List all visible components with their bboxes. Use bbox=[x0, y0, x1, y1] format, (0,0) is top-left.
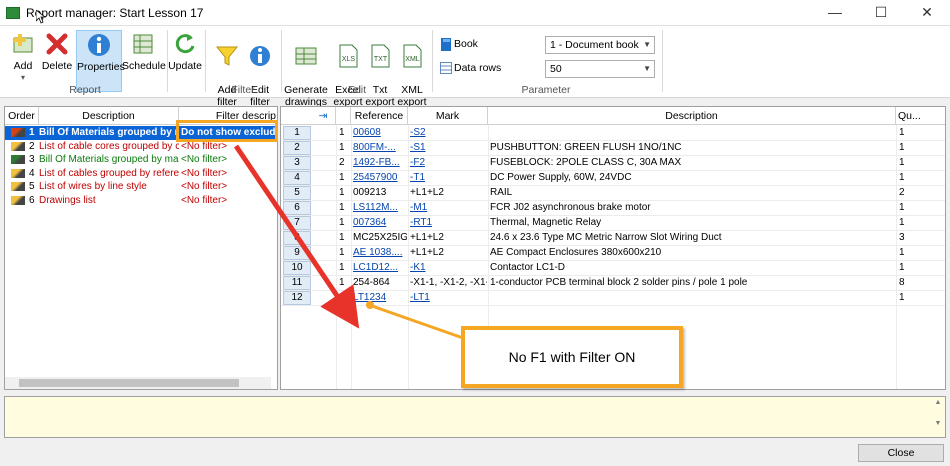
callout-pointer bbox=[371, 304, 464, 340]
close-button[interactable]: Close bbox=[858, 444, 944, 462]
vertical-scrollbar[interactable]: ▲ ▼ bbox=[933, 399, 943, 435]
callout-note: No F1 with Filter ON bbox=[461, 326, 683, 388]
callout-pointer-dot bbox=[366, 301, 374, 309]
red-arrow bbox=[233, 144, 360, 329]
notes-panel[interactable]: ▲ ▼ bbox=[4, 396, 946, 438]
